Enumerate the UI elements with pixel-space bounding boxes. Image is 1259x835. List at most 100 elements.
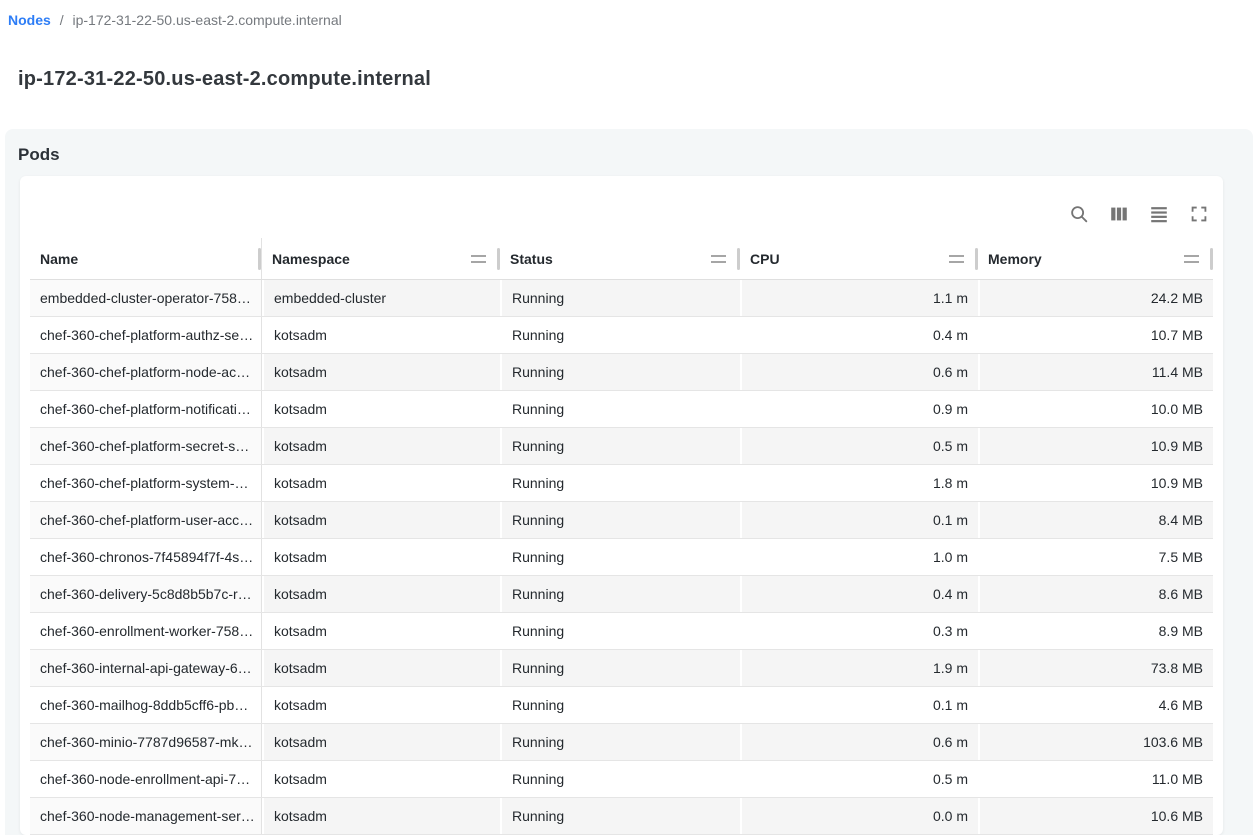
- cell-namespace: kotsadm: [262, 428, 500, 464]
- cell-name: chef-360-chef-platform-authz-se…: [30, 317, 262, 353]
- column-drag-icon[interactable]: [471, 255, 486, 263]
- column-header-label: CPU: [750, 251, 780, 267]
- column-drag-icon[interactable]: [711, 255, 726, 263]
- fullscreen-icon: [1188, 203, 1210, 225]
- column-separator[interactable]: [258, 248, 261, 270]
- column-header-label: Namespace: [272, 251, 350, 267]
- column-header-cpu[interactable]: CPU: [740, 238, 978, 279]
- cell-name: chef-360-internal-api-gateway-6…: [30, 650, 262, 686]
- cell-cpu: 0.4 m: [740, 576, 978, 612]
- cell-memory: 4.6 MB: [978, 687, 1213, 723]
- cell-namespace: kotsadm: [262, 798, 500, 834]
- cell-memory: 10.0 MB: [978, 391, 1213, 427]
- table-row[interactable]: chef-360-chef-platform-system-… kotsadm …: [30, 465, 1213, 502]
- cell-name: chef-360-chronos-7f45894f7f-4s…: [30, 539, 262, 575]
- table-header-row: Name Namespace Status CPU: [30, 238, 1213, 280]
- cell-status: Running: [500, 761, 740, 797]
- cell-status: Running: [500, 502, 740, 538]
- breadcrumb: Nodes / ip-172-31-22-50.us-east-2.comput…: [8, 12, 342, 28]
- cell-memory: 24.2 MB: [978, 280, 1213, 316]
- cell-cpu: 1.0 m: [740, 539, 978, 575]
- cell-status: Running: [500, 391, 740, 427]
- cell-namespace: kotsadm: [262, 687, 500, 723]
- cell-cpu: 0.6 m: [740, 354, 978, 390]
- columns-button[interactable]: [1107, 202, 1131, 226]
- cell-name: chef-360-chef-platform-system-…: [30, 465, 262, 501]
- breadcrumb-nodes-link[interactable]: Nodes: [8, 12, 51, 28]
- table-row[interactable]: chef-360-mailhog-8ddb5cff6-pb… kotsadm R…: [30, 687, 1213, 724]
- table-row[interactable]: chef-360-chronos-7f45894f7f-4s… kotsadm …: [30, 539, 1213, 576]
- cell-memory: 11.4 MB: [978, 354, 1213, 390]
- cell-memory: 8.9 MB: [978, 613, 1213, 649]
- table-row[interactable]: chef-360-minio-7787d96587-mk… kotsadm Ru…: [30, 724, 1213, 761]
- cell-status: Running: [500, 428, 740, 464]
- cell-namespace: kotsadm: [262, 576, 500, 612]
- breadcrumb-current: ip-172-31-22-50.us-east-2.compute.intern…: [72, 12, 341, 28]
- cell-cpu: 0.0 m: [740, 798, 978, 834]
- column-header-namespace[interactable]: Namespace: [262, 238, 500, 279]
- table-row[interactable]: embedded-cluster-operator-758… embedded-…: [30, 280, 1213, 317]
- cell-memory: 8.4 MB: [978, 502, 1213, 538]
- pods-table-panel: Name Namespace Status CPU: [20, 176, 1223, 835]
- table-toolbar: [20, 176, 1223, 238]
- cell-name: chef-360-enrollment-worker-758…: [30, 613, 262, 649]
- cell-memory: 10.7 MB: [978, 317, 1213, 353]
- pods-card: Pods: [5, 129, 1253, 835]
- column-header-label: Name: [40, 251, 78, 267]
- cell-name: chef-360-chef-platform-node-ac…: [30, 354, 262, 390]
- cell-cpu: 0.5 m: [740, 428, 978, 464]
- fullscreen-button[interactable]: [1187, 202, 1211, 226]
- search-icon: [1068, 203, 1090, 225]
- table-body: embedded-cluster-operator-758… embedded-…: [30, 280, 1213, 835]
- cell-namespace: kotsadm: [262, 502, 500, 538]
- column-header-label: Memory: [988, 251, 1042, 267]
- pods-section-title: Pods: [18, 145, 60, 165]
- density-icon: [1148, 203, 1170, 225]
- cell-cpu: 0.3 m: [740, 613, 978, 649]
- table-row[interactable]: chef-360-internal-api-gateway-6… kotsadm…: [30, 650, 1213, 687]
- cell-name: embedded-cluster-operator-758…: [30, 280, 262, 316]
- table-row[interactable]: chef-360-delivery-5c8d8b5b7c-r… kotsadm …: [30, 576, 1213, 613]
- column-header-status[interactable]: Status: [500, 238, 740, 279]
- page-title: ip-172-31-22-50.us-east-2.compute.intern…: [18, 68, 431, 91]
- table-row[interactable]: chef-360-chef-platform-user-acc… kotsadm…: [30, 502, 1213, 539]
- table-row[interactable]: chef-360-enrollment-worker-758… kotsadm …: [30, 613, 1213, 650]
- cell-name: chef-360-chef-platform-user-acc…: [30, 502, 262, 538]
- cell-namespace: kotsadm: [262, 317, 500, 353]
- cell-status: Running: [500, 724, 740, 760]
- cell-status: Running: [500, 687, 740, 723]
- cell-memory: 10.6 MB: [978, 798, 1213, 834]
- cell-cpu: 0.5 m: [740, 761, 978, 797]
- cell-cpu: 0.4 m: [740, 317, 978, 353]
- column-drag-icon[interactable]: [1184, 255, 1199, 263]
- cell-namespace: embedded-cluster: [262, 280, 500, 316]
- cell-status: Running: [500, 613, 740, 649]
- table-row[interactable]: chef-360-chef-platform-notificati… kotsa…: [30, 391, 1213, 428]
- cell-name: chef-360-minio-7787d96587-mk…: [30, 724, 262, 760]
- density-button[interactable]: [1147, 202, 1171, 226]
- cell-status: Running: [500, 317, 740, 353]
- cell-status: Running: [500, 650, 740, 686]
- cell-cpu: 1.1 m: [740, 280, 978, 316]
- cell-memory: 103.6 MB: [978, 724, 1213, 760]
- column-drag-icon[interactable]: [949, 255, 964, 263]
- cell-status: Running: [500, 576, 740, 612]
- cell-cpu: 1.8 m: [740, 465, 978, 501]
- table-row[interactable]: chef-360-chef-platform-authz-se… kotsadm…: [30, 317, 1213, 354]
- columns-icon: [1108, 203, 1130, 225]
- cell-memory: 10.9 MB: [978, 428, 1213, 464]
- cell-namespace: kotsadm: [262, 391, 500, 427]
- cell-name: chef-360-chef-platform-notificati…: [30, 391, 262, 427]
- cell-status: Running: [500, 465, 740, 501]
- column-header-name[interactable]: Name: [30, 238, 262, 279]
- table-row[interactable]: chef-360-chef-platform-secret-s… kotsadm…: [30, 428, 1213, 465]
- cell-name: chef-360-node-management-ser…: [30, 798, 262, 834]
- table-row[interactable]: chef-360-chef-platform-node-ac… kotsadm …: [30, 354, 1213, 391]
- search-button[interactable]: [1067, 202, 1091, 226]
- cell-namespace: kotsadm: [262, 539, 500, 575]
- column-separator[interactable]: [1210, 248, 1213, 270]
- table-row[interactable]: chef-360-node-management-ser… kotsadm Ru…: [30, 798, 1213, 835]
- cell-namespace: kotsadm: [262, 724, 500, 760]
- column-header-memory[interactable]: Memory: [978, 238, 1213, 279]
- table-row[interactable]: chef-360-node-enrollment-api-7… kotsadm …: [30, 761, 1213, 798]
